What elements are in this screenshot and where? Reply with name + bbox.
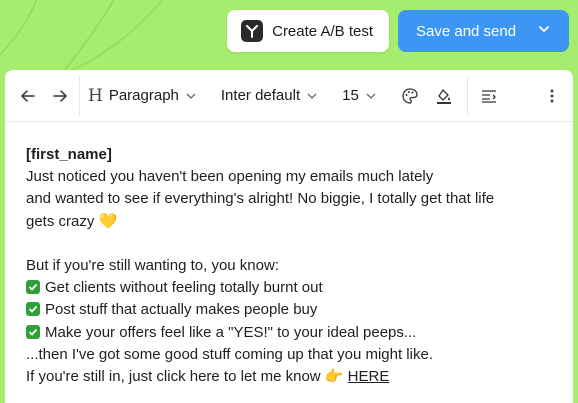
- bullet-item: Make your offers feel like a "YES!" to y…: [26, 322, 573, 344]
- pointing-right-emoji: 👉: [324, 367, 344, 385]
- block-type-select[interactable]: H Paragraph: [88, 83, 197, 109]
- bullet-text: Make your offers feel like a "YES!" to y…: [45, 323, 417, 341]
- bullet-item: Post stuff that actually makes people bu…: [26, 299, 573, 321]
- font-family-select[interactable]: Inter default: [221, 83, 318, 109]
- body-line: Just noticed you haven't been opening my…: [26, 168, 434, 186]
- body-line: gets crazy 💛: [26, 211, 573, 233]
- bullet-text: Get clients without feeling totally burn…: [45, 279, 323, 297]
- more-options-icon[interactable]: [539, 83, 565, 109]
- highlight-fill-icon[interactable]: [431, 83, 457, 109]
- body-text: If you're still in, just click here to l…: [26, 367, 321, 385]
- editor-toolbar: H Paragraph Inter default 15: [5, 70, 573, 122]
- body-line: and wanted to see if everything's alrigh…: [26, 190, 495, 208]
- body-line: ...then I've got some good stuff coming …: [26, 345, 433, 363]
- chevron-down-icon: [365, 90, 377, 102]
- check-mark-icon: [26, 302, 40, 317]
- heading-icon: H: [88, 85, 103, 106]
- top-actions: Create A/B test Save and send: [227, 10, 569, 52]
- chevron-down-icon: [185, 90, 197, 102]
- here-link[interactable]: HERE: [348, 368, 390, 385]
- block-type-value: Paragraph: [108, 87, 179, 104]
- chevron-down-icon: [537, 22, 551, 40]
- bullet-text: Post stuff that actually makes people bu…: [45, 301, 318, 319]
- yellow-heart-emoji: 💛: [98, 212, 118, 230]
- create-ab-test-label: Create A/B test: [272, 22, 373, 40]
- align-text-icon[interactable]: [476, 83, 502, 109]
- text-color-palette-icon[interactable]: [397, 83, 423, 109]
- ab-split-icon: [241, 20, 264, 42]
- toolbar-divider: [79, 76, 80, 115]
- check-mark-icon: [26, 324, 40, 339]
- email-editor: H Paragraph Inter default 15 [first_name…: [5, 70, 573, 403]
- chevron-down-icon: [306, 90, 318, 102]
- create-ab-test-button[interactable]: Create A/B test: [227, 10, 389, 52]
- email-body[interactable]: [first_name] Just noticed you haven't be…: [5, 122, 573, 388]
- body-line: But if you're still wanting to, you know…: [26, 256, 279, 274]
- body-line: If you're still in, just click here to l…: [26, 366, 573, 388]
- save-and-send-button[interactable]: Save and send: [398, 10, 569, 52]
- font-size-value: 15: [342, 87, 359, 104]
- toolbar-divider: [466, 76, 468, 115]
- undo-arrow-icon[interactable]: [15, 83, 41, 109]
- save-and-send-label: Save and send: [416, 22, 517, 40]
- bullet-item: Get clients without feeling totally burn…: [26, 277, 573, 299]
- font-size-select[interactable]: 15: [342, 83, 377, 109]
- greeting-merge-tag: [first_name]: [26, 146, 112, 163]
- font-family-value: Inter default: [220, 87, 301, 104]
- body-text: gets crazy: [26, 212, 95, 230]
- redo-arrow-icon[interactable]: [47, 83, 73, 109]
- check-mark-icon: [26, 280, 40, 295]
